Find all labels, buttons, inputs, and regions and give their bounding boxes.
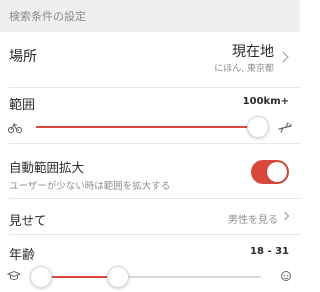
range-slider-thumb[interactable] [247,116,269,138]
location-label: 場所 [9,49,37,65]
show-label: 見せて [9,213,47,228]
auto-expand-toggle[interactable] [251,160,289,184]
auto-expand-description: ユーザーが少ない時は範囲を拡大する [9,181,171,192]
range-row: 範囲 100km+ [0,88,300,144]
location-value: 現在地 [232,44,274,60]
range-label: 範囲 [9,98,36,113]
age-slider-min-thumb[interactable] [30,266,52,288]
elderly-face-icon [281,271,291,281]
toggle-knob [267,162,287,182]
auto-expand-row: 自動範囲拡大 ユーザーが少ない時は範囲を拡大する [0,144,300,199]
airplane-icon [278,122,292,133]
age-row: 年齢 18 - 31 [0,235,300,292]
age-value: 18 - 31 [250,246,289,257]
location-subtext: にほん, 東京都 [214,64,274,74]
section-title: 検索条件の設定 [9,10,86,23]
range-slider-fill [36,126,258,128]
chevron-right-icon [280,211,290,221]
graduation-cap-icon [7,270,21,280]
age-label: 年齢 [9,248,36,263]
bicycle-icon [8,123,22,134]
chevron-right-icon [277,51,289,63]
auto-expand-label: 自動範囲拡大 [9,160,85,175]
location-row[interactable]: 場所 現在地 にほん, 東京都 [0,32,300,88]
show-value: 男性を見る [228,215,278,226]
age-slider-max-thumb[interactable] [107,266,130,288]
section-header: 検索条件の設定 [0,0,300,32]
range-value: 100km+ [242,96,289,107]
show-row[interactable]: 見せて 男性を見る [0,199,300,235]
